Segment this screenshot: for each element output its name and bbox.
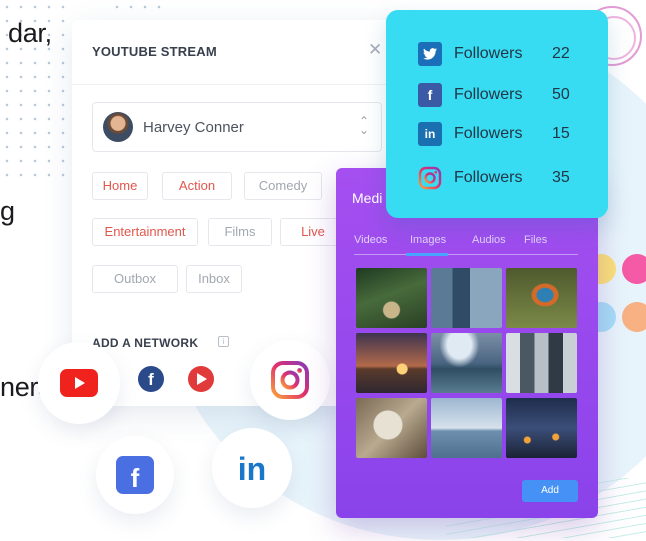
tag-home[interactable]: Home bbox=[92, 172, 148, 200]
svg-text:in: in bbox=[238, 451, 266, 485]
facebook-badge[interactable]: f bbox=[96, 436, 174, 514]
stream-card-title: YOUTUBE STREAM bbox=[92, 44, 217, 59]
followers-count: 22 bbox=[552, 45, 570, 62]
followers-label: Followers bbox=[454, 125, 523, 142]
image-thumbnail[interactable] bbox=[431, 333, 502, 393]
promo-stage: dar, g ners YOUTUBE STREAM ✕ Harvey Conn… bbox=[0, 0, 646, 541]
dot-pattern-top bbox=[110, 0, 170, 16]
followers-row-instagram: Followers 35 bbox=[418, 165, 588, 191]
text-fragment-middle: g bbox=[0, 196, 15, 226]
facebook-icon: f bbox=[116, 456, 154, 494]
image-thumbnail[interactable] bbox=[356, 333, 427, 393]
tab-audios[interactable]: Audios bbox=[472, 234, 506, 246]
image-thumbnail[interactable] bbox=[431, 268, 502, 328]
linkedin-icon: in bbox=[238, 451, 266, 485]
youtube-badge[interactable] bbox=[38, 342, 120, 424]
linkedin-badge[interactable]: in bbox=[212, 428, 292, 508]
image-thumbnail[interactable] bbox=[506, 268, 577, 328]
image-thumbnail[interactable] bbox=[506, 333, 577, 393]
followers-count: 35 bbox=[552, 169, 570, 186]
divider bbox=[72, 84, 404, 85]
info-icon: i bbox=[218, 336, 229, 347]
facebook-icon: f bbox=[418, 83, 442, 107]
user-select[interactable]: Harvey Conner ⌃ ⌄ bbox=[92, 102, 382, 152]
followers-row-twitter: Followers 22 bbox=[418, 41, 588, 67]
image-thumbnail[interactable] bbox=[356, 268, 427, 328]
add-button[interactable]: Add bbox=[522, 480, 578, 502]
followers-label: Followers bbox=[454, 45, 523, 62]
decorative-circle-pink bbox=[622, 254, 646, 284]
youtube-icon bbox=[60, 369, 98, 397]
twitter-icon bbox=[418, 42, 442, 66]
followers-label: Followers bbox=[454, 86, 523, 103]
media-library-card: Medi Videos Images Audios Files Add bbox=[336, 168, 598, 518]
active-tab-indicator bbox=[406, 253, 448, 256]
facebook-icon[interactable]: f bbox=[138, 366, 164, 392]
svg-text:f: f bbox=[131, 463, 140, 493]
text-fragment-top: dar, bbox=[8, 18, 52, 48]
tab-underline bbox=[354, 254, 578, 255]
tab-files[interactable]: Files bbox=[524, 234, 547, 246]
instagram-icon bbox=[418, 166, 442, 190]
image-thumbnail[interactable] bbox=[431, 398, 502, 458]
followers-card: Followers 22 f Followers 50 in Followers… bbox=[386, 10, 608, 218]
tab-images[interactable]: Images bbox=[410, 234, 446, 246]
tag-inbox[interactable]: Inbox bbox=[186, 265, 242, 293]
linkedin-icon: in bbox=[418, 122, 442, 146]
image-thumbnail[interactable] bbox=[356, 398, 427, 458]
tag-action[interactable]: Action bbox=[162, 172, 232, 200]
tab-videos[interactable]: Videos bbox=[354, 234, 387, 246]
followers-row-linkedin: in Followers 15 bbox=[418, 121, 588, 147]
tag-outbox[interactable]: Outbox bbox=[92, 265, 178, 293]
avatar bbox=[103, 112, 133, 142]
youtube-icon[interactable] bbox=[188, 366, 214, 392]
add-network-title: ADD A NETWORK bbox=[92, 336, 199, 350]
instagram-badge[interactable] bbox=[250, 340, 330, 420]
tag-films[interactable]: Films bbox=[208, 218, 272, 246]
chevron-updown-icon: ⌃ ⌄ bbox=[359, 114, 370, 137]
followers-count: 15 bbox=[552, 125, 570, 142]
close-icon[interactable]: ✕ bbox=[368, 40, 382, 60]
followers-row-facebook: f Followers 50 bbox=[418, 82, 588, 108]
tag-entertainment[interactable]: Entertainment bbox=[92, 218, 198, 246]
decorative-circle-orange bbox=[622, 302, 646, 332]
followers-count: 50 bbox=[552, 86, 570, 103]
instagram-icon bbox=[271, 361, 309, 399]
user-name: Harvey Conner bbox=[143, 119, 244, 136]
media-card-title: Medi bbox=[352, 190, 383, 206]
image-thumbnail[interactable] bbox=[506, 398, 577, 458]
followers-label: Followers bbox=[454, 169, 523, 186]
tag-comedy[interactable]: Comedy bbox=[244, 172, 322, 200]
